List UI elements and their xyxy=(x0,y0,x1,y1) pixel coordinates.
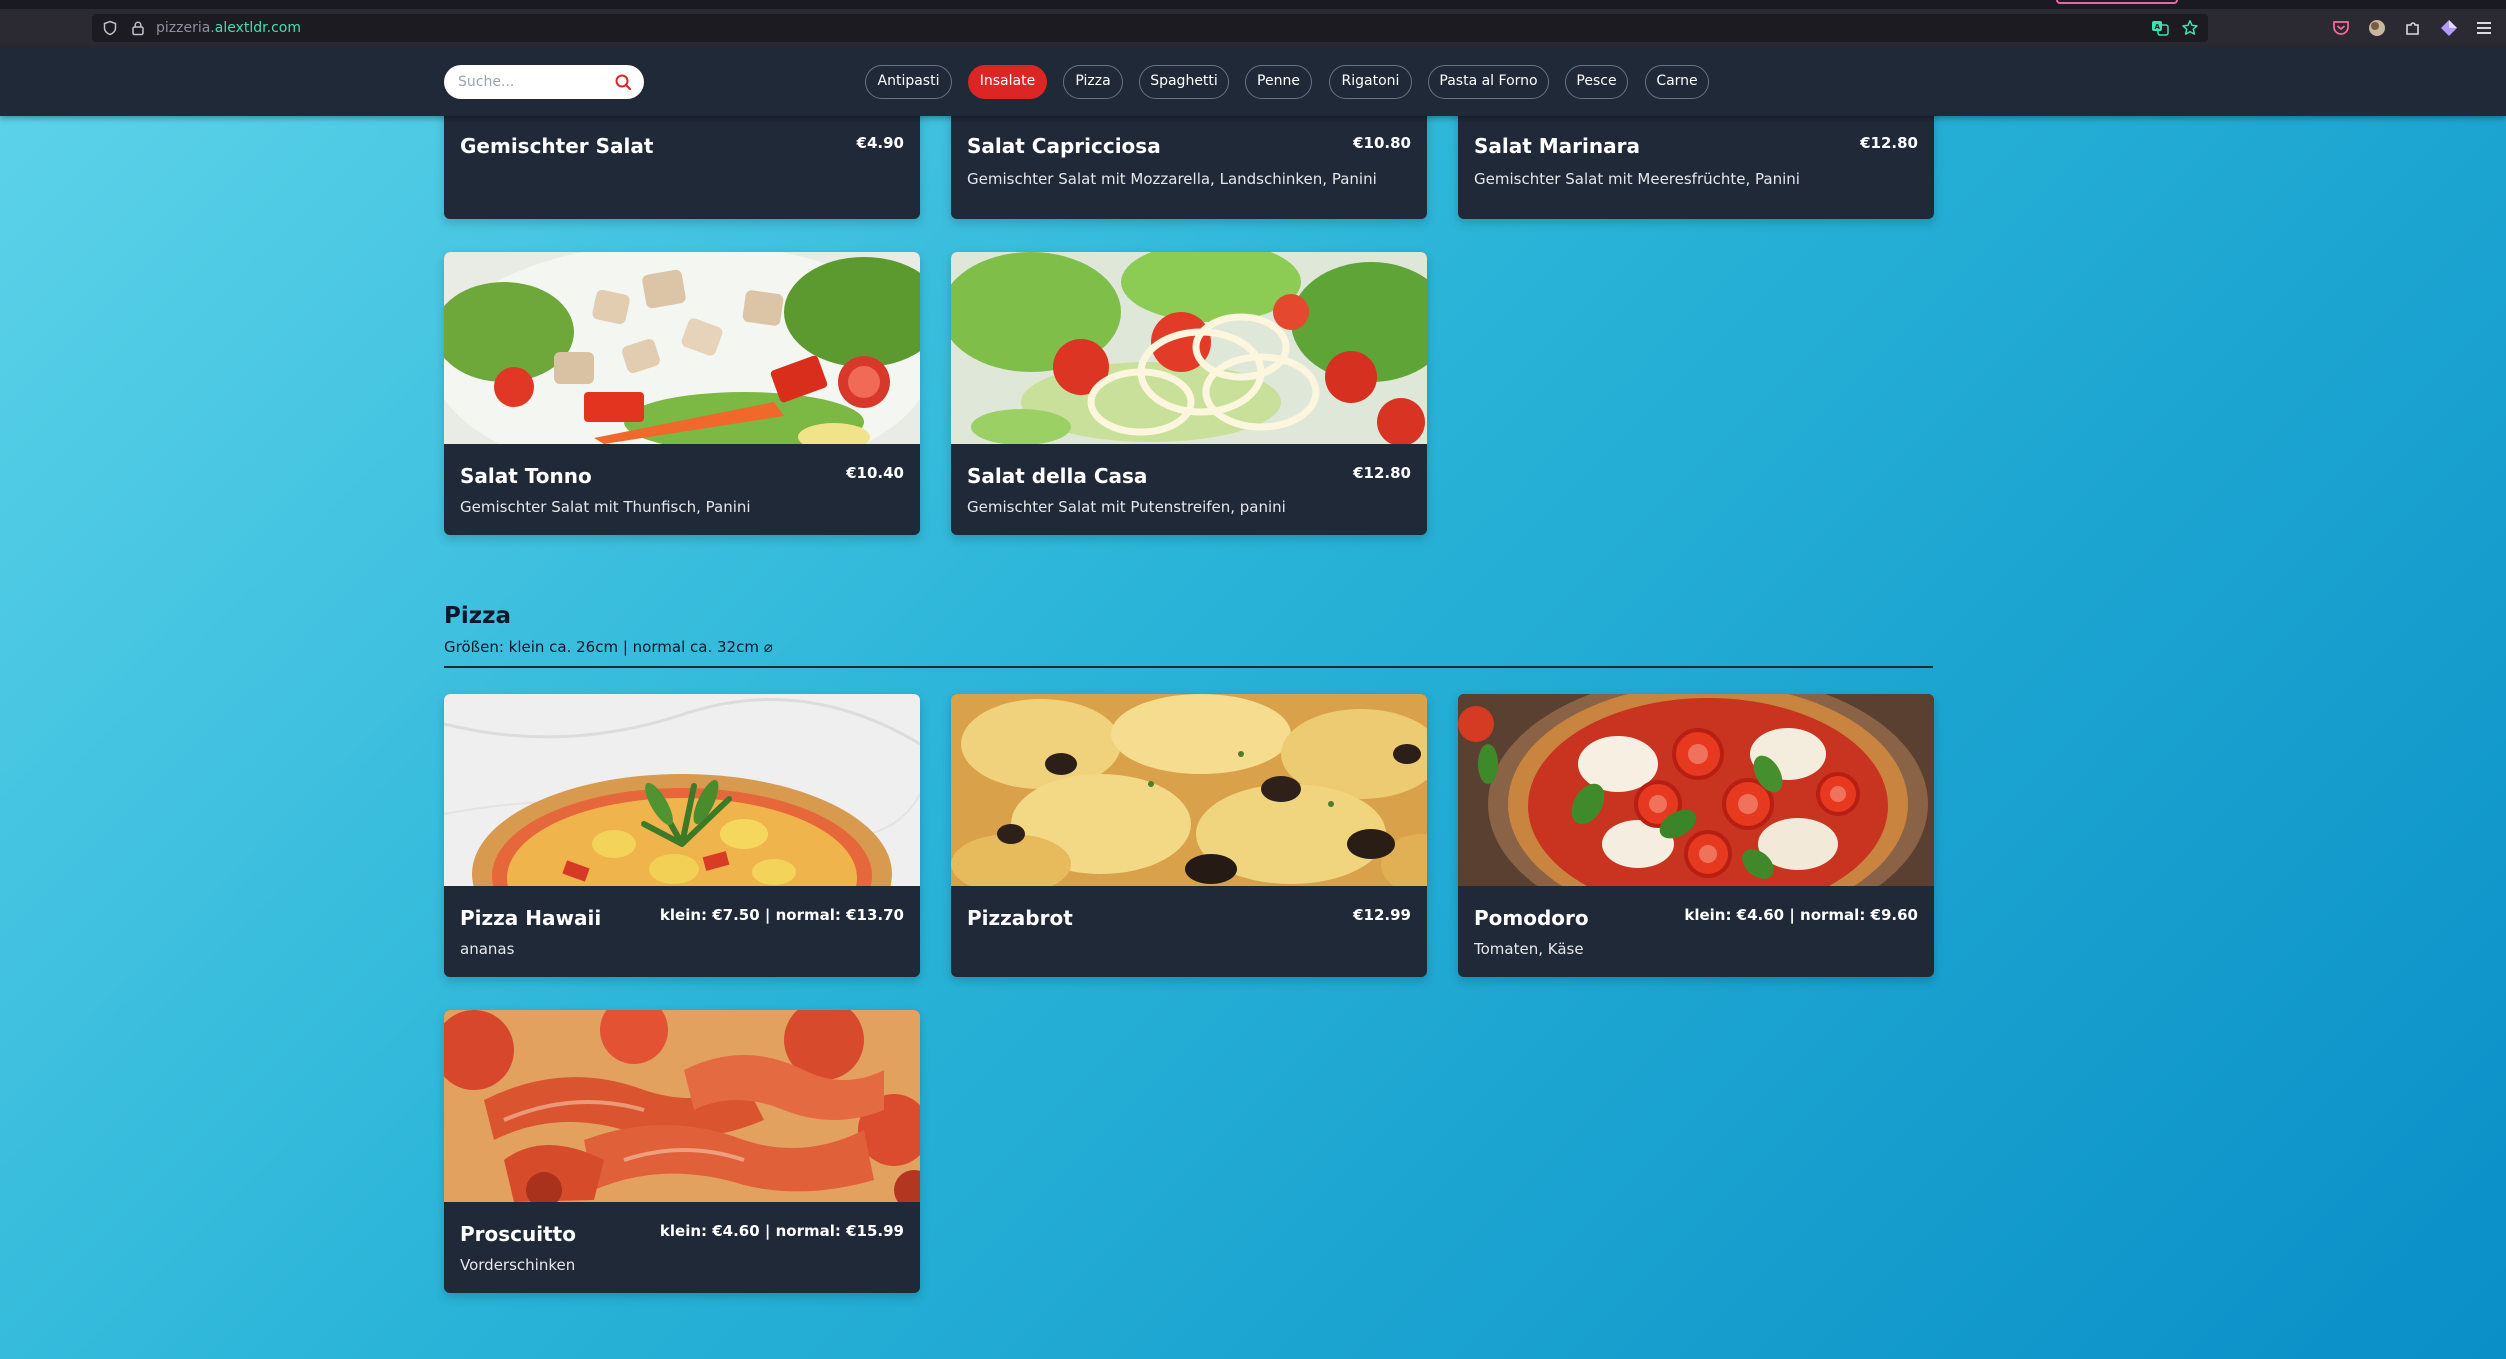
category-rigatoni[interactable]: Rigatoni xyxy=(1329,65,1412,99)
hamburger-menu-icon[interactable] xyxy=(2474,18,2494,38)
menu-card[interactable]: Proscuitto klein: €4.60 | normal: €15.99… xyxy=(444,1010,920,1293)
menu-card[interactable]: Pizza Hawaii klein: €7.50 | normal: €13.… xyxy=(444,694,920,977)
dish-description: ananas xyxy=(460,940,515,958)
dish-image xyxy=(1458,694,1934,886)
section-title: Pizza xyxy=(444,603,512,629)
dish-price: klein: €7.50 | normal: €13.70 xyxy=(659,906,904,924)
dish-image xyxy=(444,1010,920,1202)
menu-card[interactable]: Salat della Casa €12.80 Gemischter Salat… xyxy=(951,252,1427,535)
dish-description: Vorderschinken xyxy=(460,1256,576,1274)
dish-description: Gemischter Salat mit Putenstreifen, pani… xyxy=(967,498,1286,516)
dish-name: Salat Capricciosa xyxy=(967,134,1161,158)
card-body: Salat Marinara €12.80 Gemischter Salat m… xyxy=(1458,114,1934,219)
search-box[interactable] xyxy=(444,65,644,99)
bookmark-star-icon[interactable] xyxy=(2181,19,2199,37)
dish-price: €10.80 xyxy=(1353,134,1411,152)
card-body: Salat Capricciosa €10.80 Gemischter Sala… xyxy=(951,114,1427,219)
dish-price: €12.99 xyxy=(1353,906,1411,924)
pocket-icon[interactable] xyxy=(2331,18,2351,38)
dish-name: Pizzabrot xyxy=(967,906,1073,930)
category-pizza[interactable]: Pizza xyxy=(1063,65,1123,99)
browser-toolbar: pizzeria.alextldr.com A xyxy=(0,9,2506,47)
section-subtitle: Größen: klein ca. 26cm | normal ca. 32cm… xyxy=(444,638,773,656)
tracking-shield-icon[interactable] xyxy=(102,20,118,36)
dish-price: €12.80 xyxy=(1353,464,1411,482)
menu-card[interactable]: Salat Marinara €12.80 Gemischter Salat m… xyxy=(1458,102,1934,219)
category-antipasti[interactable]: Antipasti xyxy=(865,65,952,99)
dish-name: Pizza Hawaii xyxy=(460,906,602,930)
dish-name: Salat Marinara xyxy=(1474,134,1640,158)
dish-price: €10.40 xyxy=(846,464,904,482)
dish-description: Tomaten, Käse xyxy=(1474,940,1584,958)
category-spaghetti[interactable]: Spaghetti xyxy=(1139,65,1229,99)
dish-price: €4.90 xyxy=(856,134,904,152)
dish-description: Gemischter Salat mit Mozzarella, Landsch… xyxy=(967,170,1377,188)
dish-image xyxy=(444,694,920,886)
category-pasta-al-forno[interactable]: Pasta al Forno xyxy=(1428,65,1549,99)
card-body: Pomodoro klein: €4.60 | normal: €9.60 To… xyxy=(1458,886,1934,977)
dish-description: Gemischter Salat mit Meeresfrüchte, Pani… xyxy=(1474,170,1800,188)
menu-card[interactable]: Gemischter Salat €4.90 xyxy=(444,102,920,219)
dish-image xyxy=(444,252,920,444)
active-tab-indicator[interactable] xyxy=(2056,0,2178,4)
menu-card[interactable]: Salat Tonno €10.40 Gemischter Salat mit … xyxy=(444,252,920,535)
translate-icon[interactable]: A xyxy=(2151,19,2169,37)
browser-tab-strip xyxy=(0,0,2506,9)
url-text[interactable]: pizzeria.alextldr.com xyxy=(156,19,301,37)
url-prefix: pizzeria. xyxy=(156,20,215,36)
dish-price: €12.80 xyxy=(1860,134,1918,152)
card-body: Proscuitto klein: €4.60 | normal: €15.99… xyxy=(444,1202,920,1293)
extension-diamond-icon[interactable] xyxy=(2439,18,2459,38)
svg-text:A: A xyxy=(2155,23,2161,31)
menu-card[interactable]: Pomodoro klein: €4.60 | normal: €9.60 To… xyxy=(1458,694,1934,977)
category-carne[interactable]: Carne xyxy=(1645,65,1709,99)
menu-card[interactable]: Pizzabrot €12.99 xyxy=(951,694,1427,977)
dish-image xyxy=(951,252,1427,444)
card-body: Pizzabrot €12.99 xyxy=(951,886,1427,977)
dish-description: Gemischter Salat mit Thunfisch, Panini xyxy=(460,498,751,516)
extensions-puzzle-icon[interactable] xyxy=(2403,18,2423,38)
section-divider xyxy=(444,666,1933,668)
site-header: Antipasti Insalate Pizza Spaghetti Penne… xyxy=(0,47,2506,116)
category-insalate[interactable]: Insalate xyxy=(968,65,1047,99)
card-body: Salat Tonno €10.40 Gemischter Salat mit … xyxy=(444,444,920,535)
dish-image xyxy=(951,694,1427,886)
card-body: Gemischter Salat €4.90 xyxy=(444,114,920,219)
card-body: Pizza Hawaii klein: €7.50 | normal: €13.… xyxy=(444,886,920,977)
category-pesce[interactable]: Pesce xyxy=(1565,65,1628,99)
search-icon[interactable] xyxy=(614,73,632,91)
search-input[interactable] xyxy=(458,65,608,99)
lock-icon[interactable] xyxy=(130,20,146,36)
extension-avatar-icon[interactable] xyxy=(2367,18,2387,38)
dish-name: Proscuitto xyxy=(460,1222,576,1246)
menu-card[interactable]: Salat Capricciosa €10.80 Gemischter Sala… xyxy=(951,102,1427,219)
dish-name: Pomodoro xyxy=(1474,906,1589,930)
dish-name: Salat della Casa xyxy=(967,464,1148,488)
dish-name: Salat Tonno xyxy=(460,464,592,488)
dish-price: klein: €4.60 | normal: €15.99 xyxy=(659,1222,904,1240)
dish-price: klein: €4.60 | normal: €9.60 xyxy=(1684,906,1918,924)
dish-name: Gemischter Salat xyxy=(460,134,654,158)
url-domain: alextldr.com xyxy=(214,20,301,36)
address-bar[interactable]: pizzeria.alextldr.com A xyxy=(92,14,2208,42)
category-penne[interactable]: Penne xyxy=(1245,65,1312,99)
card-body: Salat della Casa €12.80 Gemischter Salat… xyxy=(951,444,1427,535)
